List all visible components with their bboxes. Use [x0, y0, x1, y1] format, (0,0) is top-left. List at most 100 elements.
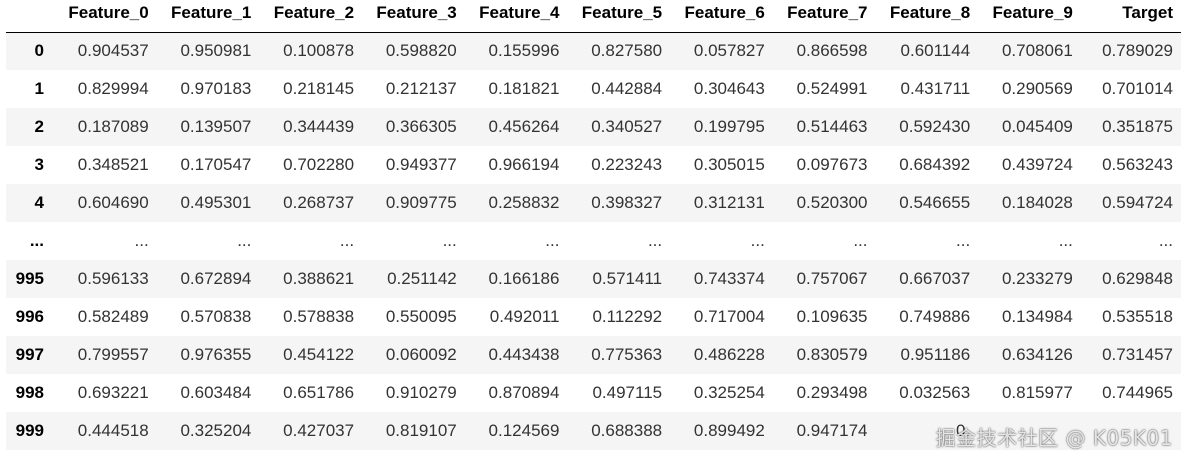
row-index: 999	[15, 421, 44, 440]
table-cell: 0.535518	[1102, 307, 1173, 326]
table-cell: 0.351875	[1102, 117, 1173, 136]
table-cell: 0.199795	[693, 117, 765, 136]
table-row: 1 0.829994 0.970183 0.218145 0.212137 0.18182…	[6, 70, 1181, 108]
table-cell: 0.514463	[796, 117, 868, 136]
table-cell: 0.909775	[385, 193, 457, 212]
table-cell: 0.166186	[488, 269, 560, 288]
table-cell: 0.134984	[1001, 307, 1073, 326]
table-cell: 0.109635	[796, 307, 868, 326]
table-cell: 0.904537	[77, 41, 149, 61]
table-cell: 0.672894	[180, 269, 252, 288]
table-cell: 0.701014	[1102, 79, 1173, 98]
table-cell: 0.486228	[693, 345, 765, 364]
table-cell: ...	[853, 231, 868, 250]
table-cell: 0.212137	[385, 79, 457, 98]
column-header: Feature_9	[992, 2, 1073, 22]
table-cell: ...	[134, 231, 149, 250]
table-cell: 0.187089	[77, 117, 149, 136]
table-cell: 0.268737	[283, 193, 355, 212]
row-index: 4	[34, 193, 44, 212]
column-header: Feature_6	[684, 2, 765, 22]
dataframe-table: Feature_0 Feature_1 Feature_2 Feature_3 Feat…	[6, 0, 1181, 450]
table-cell: 0.970183	[180, 79, 252, 98]
table-cell: ...	[750, 231, 765, 250]
table-row: 4 0.604690 0.495301 0.268737 0.909775 0.25883…	[6, 184, 1181, 222]
table-row: 2 0.187089 0.139507 0.344439 0.366305 0.45626…	[6, 108, 1181, 146]
table-cell: 0.325254	[693, 383, 765, 402]
row-index: 1	[34, 79, 44, 98]
table-cell: 0.304643	[693, 79, 765, 98]
table-cell: ...	[1158, 231, 1173, 250]
index-header	[6, 0, 54, 32]
table-cell: 0.578838	[283, 307, 355, 326]
table-cell: 0.601144	[900, 41, 971, 61]
table-cell: 0.097673	[796, 155, 868, 174]
table-cell: 0.976355	[180, 345, 252, 364]
table-cell: 0.594724	[1102, 193, 1173, 212]
table-cell: 0.439724	[1001, 155, 1073, 174]
column-header: Target	[1122, 2, 1173, 22]
table-cell: 0.744965	[1102, 383, 1173, 402]
table-cell: 0.443438	[488, 345, 560, 364]
table-cell: 0.340527	[591, 117, 663, 136]
table-cell: 0.112292	[592, 307, 663, 326]
table-cell: 0.155996	[488, 41, 560, 61]
table-cell: 0.456264	[488, 117, 560, 136]
table-cell: 0.258832	[488, 193, 560, 212]
table-cell: 0.604690	[77, 193, 149, 212]
table-cell: ...	[339, 231, 355, 250]
table-cell: 0.348521	[77, 155, 149, 174]
table-cell: 0.570838	[180, 307, 252, 326]
table-cell: 0.344439	[283, 117, 355, 136]
table-cell: 0.629848	[1102, 269, 1173, 288]
table-cell: 0.899492	[693, 421, 765, 440]
table-cell: 0.388621	[283, 269, 355, 288]
table-cell: 0.757067	[796, 269, 868, 288]
table-cell: 0.431711	[900, 79, 971, 98]
table-cell: 0.139507	[180, 117, 252, 136]
table-cell: 0.634126	[1001, 345, 1073, 364]
table-cell: 0.950981	[180, 41, 252, 61]
table-cell: 0.815977	[1001, 383, 1073, 402]
table-cell: 0.910279	[385, 383, 457, 402]
table-cell: 0.951186	[900, 345, 971, 364]
table-row: 0 0.904537 0.950981 0.100878 0.598820 0.15599…	[6, 32, 1181, 70]
column-header: Feature_4	[479, 2, 560, 22]
table-cell: 0.819107	[385, 421, 457, 440]
table-cell: 0.442884	[591, 79, 663, 98]
table-cell: 0.563243	[1102, 155, 1173, 174]
table-cell: 0.366305	[385, 117, 457, 136]
table-cell: 0.966194	[488, 155, 560, 174]
table-cell: 0.667037	[899, 269, 971, 288]
row-index: 998	[15, 383, 44, 402]
table-cell: 0.731457	[1102, 345, 1173, 364]
table-cell: 0.827580	[591, 41, 663, 61]
table-cell: 0.398327	[591, 193, 663, 212]
column-header: Feature_7	[787, 2, 868, 22]
table-cell: 0.775363	[591, 345, 663, 364]
table-cell: 0.684392	[899, 155, 971, 174]
table-cell: 0.693221	[77, 383, 149, 402]
table-cell: 0.312131	[693, 193, 765, 212]
table-cell: 0.947174	[796, 421, 868, 440]
table-cell: 0.870894	[488, 383, 560, 402]
table-cell: 0.325204	[180, 421, 252, 440]
table-cell: 0.702280	[283, 155, 355, 174]
table-row: 995 0.596133 0.672894 0.388621 0.251142 0.166…	[6, 260, 1181, 298]
table-cell: 0.749886	[899, 307, 971, 326]
table-cell: 0.495301	[180, 193, 252, 212]
table-row: 996 0.582489 0.570838 0.578838 0.550095 0.492…	[6, 298, 1181, 336]
table-cell: 0.100878	[283, 41, 355, 61]
table-cell: 0.596133	[77, 269, 149, 288]
row-index: 996	[15, 307, 44, 326]
table-cell: 0.799557	[77, 345, 149, 364]
table-cell: 0.550095	[385, 307, 457, 326]
table-cell: 0.218145	[283, 79, 355, 98]
table-row: 998 0.693221 0.603484 0.651786 0.910279 0.870…	[6, 374, 1181, 412]
table-cell: 0.223243	[591, 155, 663, 174]
column-header: Feature_1	[171, 2, 252, 22]
row-index: 3	[34, 155, 44, 174]
table-cell: 0.032563	[899, 383, 971, 402]
table-cell: 0.598820	[385, 41, 457, 61]
table-cell: 0.497115	[592, 383, 663, 402]
